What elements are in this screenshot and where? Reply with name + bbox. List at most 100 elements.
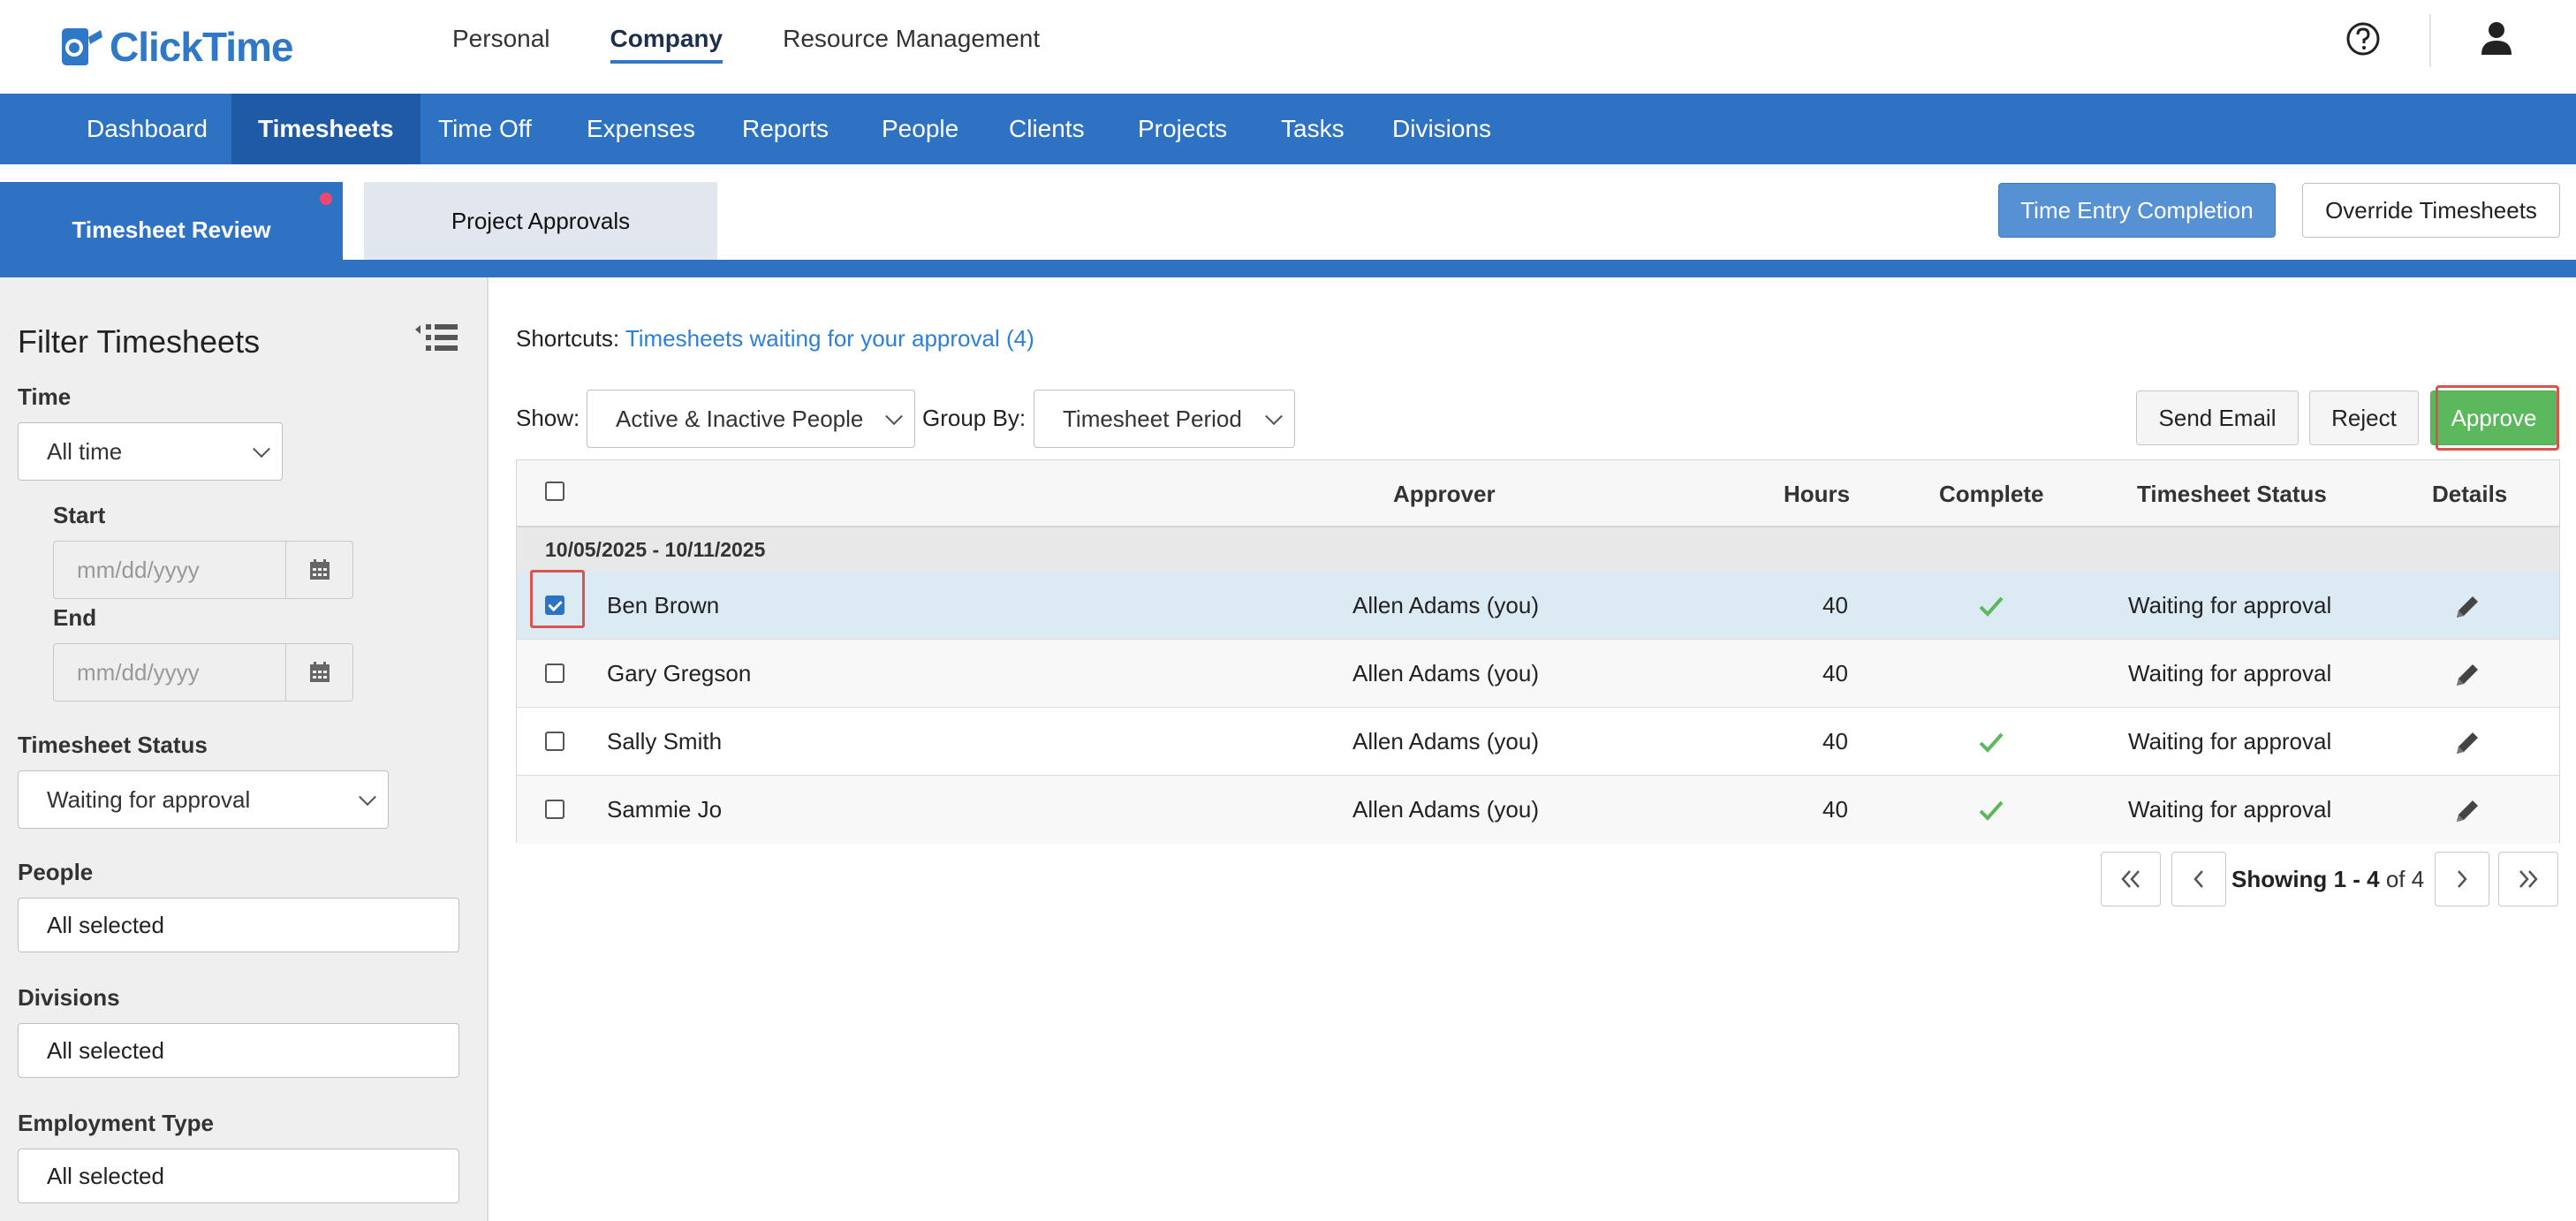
edit-pencil-icon[interactable]	[2453, 729, 2481, 757]
end-date-input[interactable]: mm/dd/yyyy	[53, 643, 286, 702]
row-status: Waiting for approval	[2128, 660, 2332, 686]
edit-pencil-icon[interactable]	[2453, 661, 2481, 689]
chevron-left-icon	[2193, 870, 2203, 888]
top-nav-personal[interactable]: Personal	[452, 25, 550, 64]
group-row-period: 10/05/2025 - 10/11/2025	[517, 527, 2559, 572]
prev-page-button[interactable]	[2171, 852, 2226, 906]
top-nav-company[interactable]: Company	[610, 25, 724, 64]
nav-divisions[interactable]: Divisions	[1366, 94, 1518, 164]
nav-time-off[interactable]: Time Off	[412, 94, 558, 164]
time-label: Time	[18, 383, 72, 410]
send-email-button[interactable]: Send Email	[2136, 391, 2299, 445]
nav-dashboard[interactable]: Dashboard	[60, 94, 234, 164]
end-calendar-button[interactable]	[286, 643, 353, 702]
select-all-checkbox[interactable]	[545, 482, 564, 501]
row-hours: 40	[1822, 796, 1848, 823]
row-hours: 40	[1822, 592, 1848, 618]
next-page-button[interactable]	[2435, 852, 2489, 906]
start-date-input[interactable]: mm/dd/yyyy	[53, 541, 286, 599]
employment-type-multiselect[interactable]: All selected	[18, 1149, 459, 1203]
start-calendar-button[interactable]	[286, 541, 353, 599]
row-name: Sally Smith	[607, 728, 723, 755]
group-by-value: Timesheet Period	[1063, 405, 1242, 432]
header-timesheet-status[interactable]: Timesheet Status	[2137, 460, 2327, 527]
pagination-total: 4	[2411, 866, 2425, 892]
filter-title: Filter Timesheets	[18, 323, 261, 360]
chevron-down-icon	[253, 440, 270, 459]
double-chevron-left-icon	[2121, 870, 2140, 888]
table-row[interactable]: Sammie Jo Allen Adams (you) 40 Waiting f…	[517, 776, 2559, 844]
collapse-list-icon[interactable]	[413, 322, 459, 353]
tab-project-approvals[interactable]: Project Approvals	[364, 182, 717, 260]
row-checkbox[interactable]	[545, 664, 564, 683]
nav-reports[interactable]: Reports	[716, 94, 855, 164]
calendar-icon	[309, 662, 330, 682]
first-page-button[interactable]	[2101, 852, 2161, 906]
filter-sidebar: Filter Timesheets Time All time Start mm…	[0, 277, 489, 1221]
reject-button[interactable]: Reject	[2309, 391, 2419, 445]
show-label: Show:	[516, 405, 580, 431]
chevron-down-icon	[359, 788, 376, 807]
chevron-down-icon	[1265, 407, 1283, 426]
nav-clients[interactable]: Clients	[982, 94, 1111, 164]
divisions-multiselect[interactable]: All selected	[18, 1023, 459, 1078]
row-status: Waiting for approval	[2128, 796, 2332, 823]
row-approver: Allen Adams (you)	[1352, 796, 1539, 823]
time-select-value: All time	[47, 437, 123, 465]
show-select[interactable]: Active & Inactive People	[587, 390, 915, 448]
timesheet-status-label: Timesheet Status	[18, 732, 208, 758]
row-approver: Allen Adams (you)	[1352, 728, 1539, 755]
pagination-range: 1 - 4	[2333, 866, 2380, 892]
complete-check-icon	[1979, 596, 2004, 617]
nav-tasks[interactable]: Tasks	[1254, 94, 1371, 164]
table-row[interactable]: Gary Gregson Allen Adams (you) 40 Waitin…	[517, 640, 2559, 708]
row-approver: Allen Adams (you)	[1352, 660, 1539, 686]
row-name: Ben Brown	[607, 592, 720, 618]
complete-check-icon	[1979, 732, 2004, 753]
people-multiselect[interactable]: All selected	[18, 898, 459, 952]
header-complete[interactable]: Complete	[1939, 460, 2043, 527]
double-chevron-right-icon	[2519, 870, 2538, 888]
row-status: Waiting for approval	[2128, 728, 2332, 755]
tab-timesheet-review[interactable]: Timesheet Review	[0, 182, 343, 277]
approve-highlight	[2436, 385, 2559, 451]
pagination-of: of	[2385, 866, 2406, 892]
help-icon[interactable]	[2345, 21, 2381, 57]
last-page-button[interactable]	[2498, 852, 2558, 906]
clicktime-logo[interactable]: ClickTime	[58, 16, 293, 78]
edit-pencil-icon[interactable]	[2453, 797, 2481, 825]
shortcuts-label: Shortcuts:	[516, 325, 620, 352]
divisions-label: Divisions	[18, 984, 120, 1011]
top-nav: Personal Company Resource Management	[452, 25, 1040, 64]
table-row[interactable]: Ben Brown Allen Adams (you) 40 Waiting f…	[517, 570, 2559, 640]
shortcuts: Shortcuts: Timesheets waiting for your a…	[516, 325, 1034, 353]
checkbox-highlight	[530, 570, 585, 628]
edit-pencil-icon[interactable]	[2453, 593, 2481, 621]
nav-people[interactable]: People	[855, 94, 985, 164]
row-hours: 40	[1822, 660, 1848, 686]
show-select-value: Active & Inactive People	[616, 405, 864, 432]
people-label: People	[18, 859, 94, 885]
header-details: Details	[2432, 481, 2508, 507]
calendar-icon	[309, 559, 330, 580]
header-approver[interactable]: Approver	[1393, 460, 1496, 527]
override-timesheets-button[interactable]: Override Timesheets	[2302, 183, 2560, 238]
row-checkbox[interactable]	[545, 800, 564, 819]
user-icon[interactable]	[2479, 19, 2514, 57]
time-select[interactable]: All time	[18, 422, 283, 481]
pagination-showing: Showing	[2231, 866, 2328, 892]
timesheet-status-value: Waiting for approval	[47, 785, 251, 813]
top-nav-resource-management[interactable]: Resource Management	[783, 25, 1040, 64]
nav-projects[interactable]: Projects	[1111, 94, 1254, 164]
table-row[interactable]: Sally Smith Allen Adams (you) 40 Waiting…	[517, 708, 2559, 776]
nav-expenses[interactable]: Expenses	[560, 94, 722, 164]
timesheet-status-select[interactable]: Waiting for approval	[18, 770, 389, 829]
time-entry-completion-button[interactable]: Time Entry Completion	[1998, 183, 2276, 238]
table-header: Approver Hours Complete Timesheet Status…	[517, 460, 2559, 527]
employment-type-label: Employment Type	[18, 1110, 215, 1136]
row-checkbox[interactable]	[545, 732, 564, 751]
nav-timesheets[interactable]: Timesheets	[231, 94, 420, 164]
group-by-select[interactable]: Timesheet Period	[1034, 390, 1295, 448]
shortcut-waiting-approval-link[interactable]: Timesheets waiting for your approval (4)	[625, 325, 1034, 352]
header-hours[interactable]: Hours	[1784, 460, 1850, 527]
